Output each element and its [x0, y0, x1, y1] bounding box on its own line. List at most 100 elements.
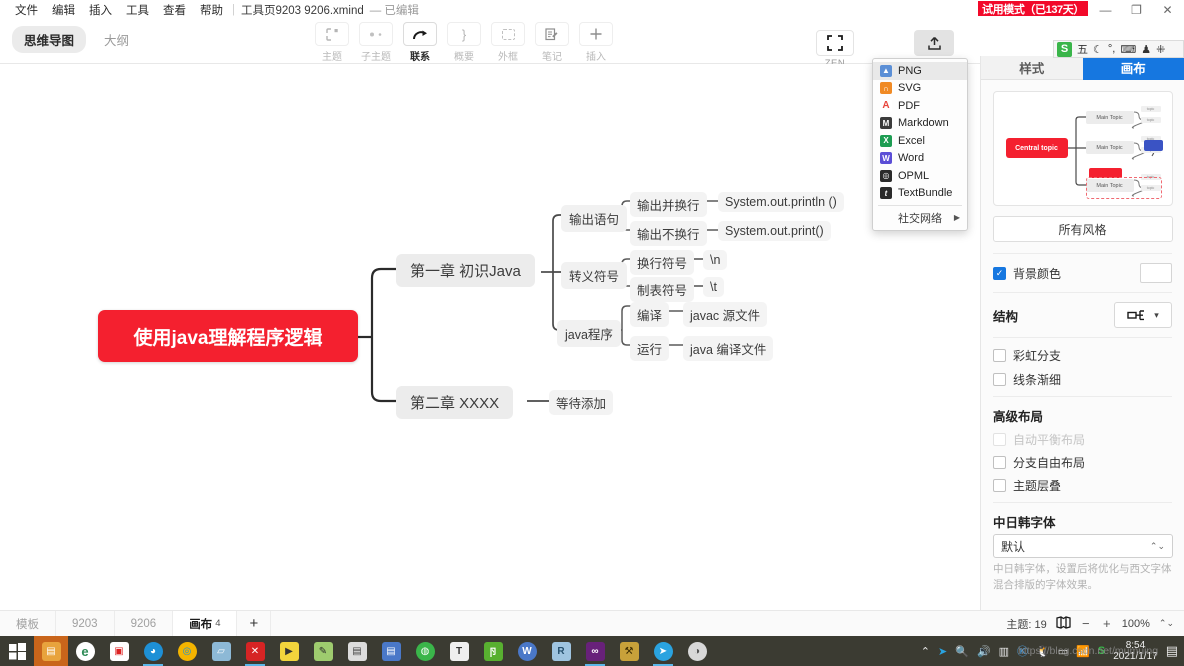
maximize-button[interactable]: ❐ — [1121, 0, 1152, 20]
cjk-font-select[interactable]: 默认 ⌃⌄ — [993, 534, 1173, 558]
menu-item-help[interactable]: 帮助 — [193, 2, 230, 18]
menu-item-tools[interactable]: 工具 — [119, 2, 156, 18]
mindmap-node-escape-symbol[interactable]: 转义符号 — [561, 262, 628, 289]
export-item-png[interactable]: ▲ PNG — [873, 62, 967, 80]
ime-moon-icon[interactable]: ☾ — [1093, 43, 1103, 56]
sheet-tab-template[interactable]: 模板 — [0, 611, 56, 636]
zoom-out-button[interactable]: − — [1080, 616, 1092, 631]
mindmap-node-tab-symbol[interactable]: 制表符号 — [630, 277, 695, 302]
taskbar-onenote-icon[interactable]: ▱ — [204, 636, 238, 666]
mindmap-root-node[interactable]: 使用java理解程序逻辑 — [98, 310, 358, 362]
map-icon[interactable] — [1056, 615, 1071, 632]
export-item-social-network[interactable]: 社交网络 ▶ — [873, 209, 967, 227]
tab-outline[interactable]: 大纲 — [92, 26, 141, 53]
taskbar-pdf-reader-icon[interactable]: ▣ — [102, 636, 136, 666]
mindmap-leaf-newline-escape[interactable]: \n — [703, 250, 728, 270]
ime-menu-icon[interactable]: ⁜ — [1156, 43, 1165, 56]
minimize-button[interactable]: — — [1090, 0, 1121, 20]
mindmap-canvas[interactable]: 使用java理解程序逻辑 第一章 初识Java 第二章 XXXX 输出语句 转义… — [0, 64, 976, 602]
tray-volume-icon[interactable]: 🔊 — [977, 645, 991, 658]
menu-item-view[interactable]: 查看 — [156, 2, 193, 18]
add-sheet-button[interactable]: + — [237, 611, 272, 636]
taskbar-potplayer-icon[interactable]: ▶ — [272, 636, 306, 666]
taskbar-text-editor-icon[interactable]: ▤ — [340, 636, 374, 666]
auto-balance-layout-checkbox[interactable] — [993, 433, 1006, 446]
free-branch-layout-checkbox[interactable] — [993, 456, 1006, 469]
toolbar-button-summary[interactable]: } 概要 — [442, 22, 486, 63]
taskbar-xmind-icon[interactable]: ✕ — [238, 636, 272, 666]
mindmap-leaf-print[interactable]: System.out.print() — [718, 221, 831, 241]
tray-search-icon[interactable]: 🔍 — [955, 645, 969, 658]
mindmap-node-pending[interactable]: 等待添加 — [549, 390, 614, 415]
taskbar-clover-icon[interactable]: ◑ — [680, 636, 714, 666]
mindmap-leaf-println[interactable]: System.out.println () — [718, 192, 844, 212]
tray-chevron-icon[interactable]: ⌃ — [921, 645, 930, 658]
taskbar-chrome-browser-icon[interactable]: ◎ — [170, 636, 204, 666]
ime-keyboard-icon[interactable]: ⌨ — [1120, 43, 1136, 56]
taskbar-wechat-icon[interactable]: ◍ — [408, 636, 442, 666]
tapered-line-checkbox[interactable] — [993, 372, 1006, 386]
taskbar-telegram-icon[interactable]: ➤ — [646, 636, 680, 666]
mindmap-leaf-javac-source[interactable]: javac 源文件 — [683, 302, 768, 327]
zoom-in-button[interactable]: + — [1101, 616, 1113, 631]
taskbar-qq-browser-icon[interactable]: ◕ — [136, 636, 170, 666]
menu-item-insert[interactable]: 插入 — [82, 2, 119, 18]
export-item-opml[interactable]: ◎ OPML — [873, 167, 967, 185]
taskbar-wps-icon[interactable]: W — [510, 636, 544, 666]
panel-tab-style[interactable]: 样式 — [981, 56, 1083, 80]
export-item-markdown[interactable]: M Markdown — [873, 115, 967, 133]
taskbar-visual-studio-icon[interactable]: ∞ — [578, 636, 612, 666]
mindmap-node-print-no-newline[interactable]: 输出不换行 — [630, 221, 707, 246]
export-item-excel[interactable]: X Excel — [873, 132, 967, 150]
ime-mode-icon[interactable]: 五 — [1077, 41, 1088, 57]
background-color-swatch[interactable] — [1140, 263, 1172, 283]
export-item-pdf[interactable]: A PDF — [873, 97, 967, 115]
sheet-tab-9206[interactable]: 9206 — [115, 611, 174, 636]
toolbar-button-insert[interactable]: 插入 — [574, 22, 618, 63]
topic-overlap-checkbox[interactable] — [993, 479, 1006, 492]
taskbar-resource-app-icon[interactable]: R — [544, 636, 578, 666]
close-button[interactable]: ✕ — [1152, 0, 1183, 20]
mindmap-node-chapter-2[interactable]: 第二章 XXXX — [396, 386, 514, 419]
mindmap-node-print-newline[interactable]: 输出并换行 — [630, 192, 707, 217]
all-styles-button[interactable]: 所有风格 — [992, 216, 1173, 242]
tray-app-icon[interactable]: ▥ — [999, 645, 1009, 658]
taskbar-office-app-icon[interactable]: 卪 — [476, 636, 510, 666]
panel-tab-canvas[interactable]: 画布 — [1082, 56, 1184, 80]
export-item-svg[interactable]: ∩ SVG — [873, 80, 967, 98]
taskbar-build-tools-icon[interactable]: ⚒ — [612, 636, 646, 666]
mindmap-leaf-tab-escape[interactable]: \t — [703, 277, 724, 297]
taskbar-file-explorer-icon[interactable]: ▤ — [34, 636, 68, 666]
mindmap-node-java-program[interactable]: java程序 — [557, 320, 621, 347]
mindmap-node-output-statement[interactable]: 输出语句 — [561, 205, 628, 232]
rainbow-branch-checkbox[interactable] — [993, 348, 1006, 362]
ime-tools-icon[interactable]: ♟ — [1141, 43, 1151, 56]
tab-mindmap[interactable]: 思维导图 — [12, 26, 87, 53]
structure-select[interactable]: ▾ — [1114, 302, 1172, 328]
taskbar-photo-editor-icon[interactable]: ✎ — [306, 636, 340, 666]
background-color-checkbox[interactable]: ✓ — [993, 266, 1006, 280]
mindmap-leaf-java-compiled[interactable]: java 编译文件 — [683, 336, 774, 361]
mindmap-node-run[interactable]: 运行 — [630, 336, 670, 361]
mindmap-node-compile[interactable]: 编译 — [630, 302, 670, 327]
toolbar-button-notes[interactable]: 笔记 — [530, 22, 574, 63]
toolbar-button-topic[interactable]: 主题 — [310, 22, 354, 63]
menu-item-file[interactable]: 文件 — [8, 2, 45, 18]
mindmap-node-chapter-1[interactable]: 第一章 初识Java — [396, 254, 535, 287]
taskbar-notepad-icon[interactable]: ▤ — [374, 636, 408, 666]
menu-item-edit[interactable]: 编辑 — [45, 2, 82, 18]
ime-punctuation-icon[interactable]: °, — [1108, 43, 1115, 55]
export-item-textbundle[interactable]: t TextBundle — [873, 185, 967, 203]
export-item-word[interactable]: W Word — [873, 150, 967, 168]
zoom-stepper-icon[interactable]: ⌃⌄ — [1159, 618, 1174, 629]
toolbar-button-subtopic[interactable]: 子主题 — [354, 22, 398, 63]
taskbar-edge-browser-icon[interactable]: e — [68, 636, 102, 666]
theme-preview[interactable]: Central topic Main Topic Main Topic Main… — [992, 91, 1173, 206]
toolbar-button-relationship[interactable]: 联系 — [398, 22, 442, 63]
sheet-tab-canvas[interactable]: 画布 4 — [173, 611, 238, 636]
sheet-tab-9203[interactable]: 9203 — [56, 611, 115, 636]
tray-telegram-icon[interactable]: ➤ — [938, 645, 947, 658]
mindmap-node-newline-symbol[interactable]: 换行符号 — [630, 250, 695, 275]
notification-icon[interactable]: ▤ — [1166, 643, 1178, 659]
taskbar-typora-icon[interactable]: T — [442, 636, 476, 666]
